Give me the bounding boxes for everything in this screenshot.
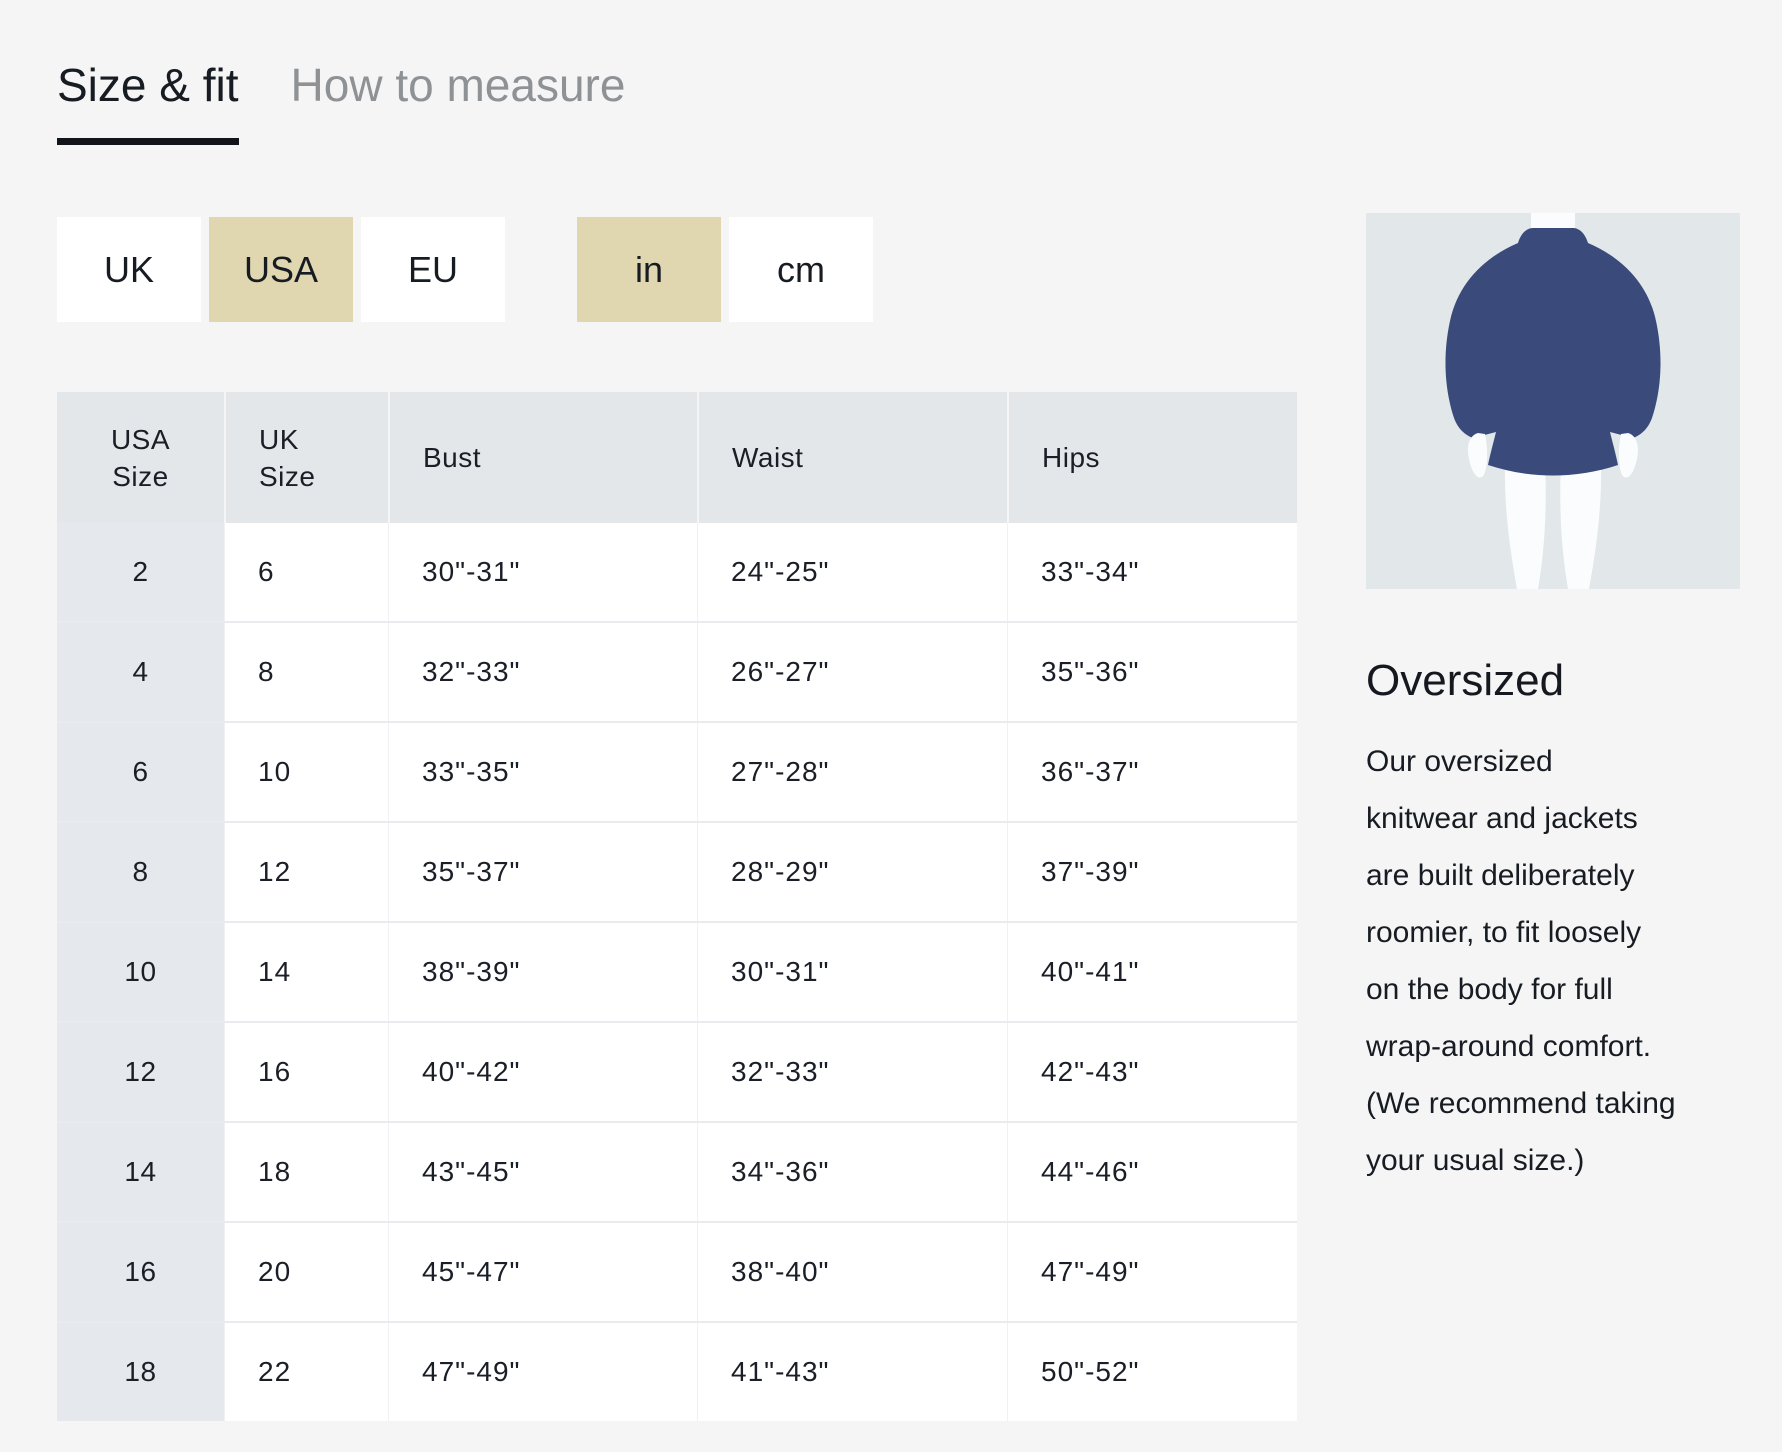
table-cell: 14 bbox=[57, 1123, 224, 1221]
table-cell: 4 bbox=[57, 623, 224, 721]
region-option-eu[interactable]: EU bbox=[361, 217, 505, 322]
table-cell: 47"-49" bbox=[388, 1323, 697, 1421]
tab-how-to-measure[interactable]: How to measure bbox=[291, 58, 626, 112]
table-row: 4 8 32"-33" 26"-27" 35"-36" bbox=[57, 623, 1297, 723]
region-option-uk[interactable]: UK bbox=[57, 217, 201, 322]
table-cell: 35"-36" bbox=[1007, 623, 1297, 721]
table-cell: 2 bbox=[57, 523, 224, 621]
table-cell: 50"-52" bbox=[1007, 1323, 1297, 1421]
table-cell: 28"-29" bbox=[697, 823, 1007, 921]
table-cell: 33"-35" bbox=[388, 723, 697, 821]
table-row: 18 22 47"-49" 41"-43" 50"-52" bbox=[57, 1323, 1297, 1421]
table-cell: 43"-45" bbox=[388, 1123, 697, 1221]
table-row: 8 12 35"-37" 28"-29" 37"-39" bbox=[57, 823, 1297, 923]
table-cell: 22 bbox=[224, 1323, 388, 1421]
tab-size-and-fit[interactable]: Size & fit bbox=[57, 58, 239, 145]
table-cell: 37"-39" bbox=[1007, 823, 1297, 921]
table-cell: 18 bbox=[224, 1123, 388, 1221]
table-cell: 14 bbox=[224, 923, 388, 1021]
column-header: UK Size bbox=[224, 392, 388, 523]
table-cell: 24"-25" bbox=[697, 523, 1007, 621]
table-cell: 10 bbox=[224, 723, 388, 821]
table-cell: 33"-34" bbox=[1007, 523, 1297, 621]
table-cell: 41"-43" bbox=[697, 1323, 1007, 1421]
table-cell: 26"-27" bbox=[697, 623, 1007, 721]
column-header: USA Size bbox=[110, 423, 171, 492]
table-cell: 36"-37" bbox=[1007, 723, 1297, 821]
fit-style-description: Our oversized knitwear and jackets are b… bbox=[1366, 745, 1676, 1177]
table-cell: 30"-31" bbox=[697, 923, 1007, 1021]
table-cell: 38"-40" bbox=[697, 1223, 1007, 1321]
table-cell: 16 bbox=[224, 1023, 388, 1121]
table-row: 10 14 38"-39" 30"-31" 40"-41" bbox=[57, 923, 1297, 1023]
table-cell: 40"-41" bbox=[1007, 923, 1297, 1021]
size-fit-tabs: Size & fit How to measure bbox=[57, 58, 625, 145]
table-cell: 42"-43" bbox=[1007, 1023, 1297, 1121]
column-header: Hips bbox=[1007, 392, 1297, 523]
table-cell: 32"-33" bbox=[697, 1023, 1007, 1121]
table-cell: 6 bbox=[224, 523, 388, 621]
table-cell: 45"-47" bbox=[388, 1223, 697, 1321]
table-cell: 10 bbox=[57, 923, 224, 1021]
table-row: 2 6 30"-31" 24"-25" 33"-34" bbox=[57, 523, 1297, 623]
table-cell: 16 bbox=[57, 1223, 224, 1321]
unit-option-in[interactable]: in bbox=[577, 217, 721, 322]
table-cell: 47"-49" bbox=[1007, 1223, 1297, 1321]
table-cell: 8 bbox=[224, 623, 388, 721]
table-cell: 44"-46" bbox=[1007, 1123, 1297, 1221]
column-header: Bust bbox=[388, 392, 697, 523]
fit-style-heading: Oversized bbox=[1366, 656, 1565, 705]
region-option-usa[interactable]: USA bbox=[209, 217, 353, 322]
table-row: 6 10 33"-35" 27"-28" 36"-37" bbox=[57, 723, 1297, 823]
table-cell: 12 bbox=[224, 823, 388, 921]
table-cell: 34"-36" bbox=[697, 1123, 1007, 1221]
size-chart-table: USA Size UK Size Bust Waist Hips 2 6 30"-31" 24… bbox=[57, 392, 1297, 1421]
oversized-figure-icon bbox=[1366, 213, 1740, 589]
table-cell: 12 bbox=[57, 1023, 224, 1121]
table-header-row: USA Size UK Size Bust Waist Hips bbox=[57, 392, 1297, 523]
unit-option-cm[interactable]: cm bbox=[729, 217, 873, 322]
table-row: 14 18 43"-45" 34"-36" 44"-46" bbox=[57, 1123, 1297, 1223]
column-header: Waist bbox=[697, 392, 1007, 523]
unit-toggle-group: in cm bbox=[577, 217, 881, 322]
table-cell: 27"-28" bbox=[697, 723, 1007, 821]
table-cell: 40"-42" bbox=[388, 1023, 697, 1121]
oversized-sweater-illustration bbox=[1366, 213, 1740, 589]
table-cell: 32"-33" bbox=[388, 623, 697, 721]
table-cell: 20 bbox=[224, 1223, 388, 1321]
table-cell: 6 bbox=[57, 723, 224, 821]
table-row: 16 20 45"-47" 38"-40" 47"-49" bbox=[57, 1223, 1297, 1323]
region-toggle-group: UK USA EU bbox=[57, 217, 513, 322]
table-row: 12 16 40"-42" 32"-33" 42"-43" bbox=[57, 1023, 1297, 1123]
table-cell: 8 bbox=[57, 823, 224, 921]
table-body: 2 6 30"-31" 24"-25" 33"-34" 4 8 32"-33" 26"-27" 3… bbox=[57, 523, 1297, 1421]
table-cell: 38"-39" bbox=[388, 923, 697, 1021]
table-cell: 18 bbox=[57, 1323, 224, 1421]
table-cell: 30"-31" bbox=[388, 523, 697, 621]
table-cell: 35"-37" bbox=[388, 823, 697, 921]
